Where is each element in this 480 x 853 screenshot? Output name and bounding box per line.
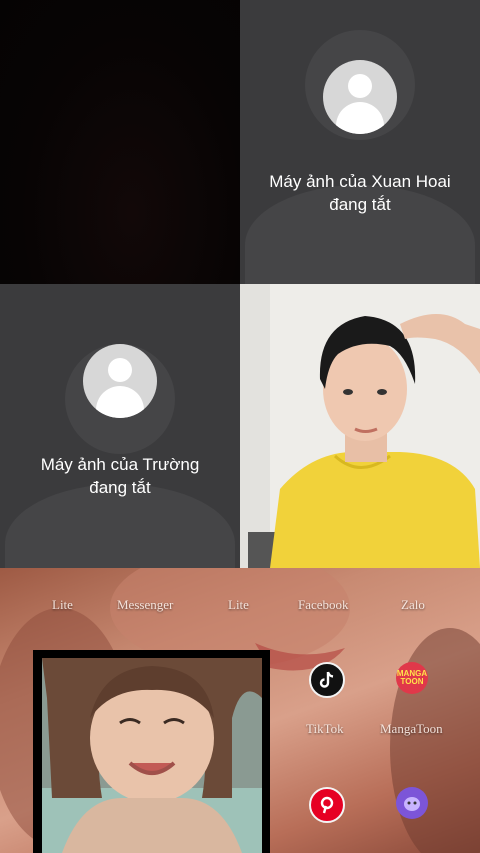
app-label[interactable]: Lite [228, 597, 249, 613]
app-label[interactable]: Messenger [117, 597, 173, 613]
participant-tile-truong[interactable]: Máy ảnh của Trường đang tắt [0, 284, 240, 568]
app-label-tiktok[interactable]: TikTok [306, 721, 344, 737]
camera-off-label-line1: Máy ảnh của Trường [40, 455, 200, 474]
camera-off-label-line2: đang tắt [329, 195, 391, 214]
app-label[interactable]: Zalo [401, 597, 425, 613]
app-label[interactable]: Facebook [298, 597, 349, 613]
pinterest-icon[interactable] [309, 787, 345, 823]
camera-off-label-line2: đang tắt [89, 478, 151, 497]
camera-off-label-line1: Máy ảnh của Xuan Hoai [269, 172, 451, 191]
participant-tile-xuan-hoai[interactable]: Máy ảnh của Xuan Hoai đang tắt [240, 0, 480, 284]
mangatoon-icon[interactable]: MANGA TOON [396, 662, 428, 694]
app-label[interactable]: Lite [52, 597, 73, 613]
app-label-mangatoon[interactable]: MangaToon [380, 721, 443, 737]
self-view-video[interactable] [42, 658, 262, 853]
tiktok-icon[interactable] [309, 662, 345, 698]
purple-app-icon[interactable] [396, 787, 428, 819]
person-video-frame [240, 284, 480, 568]
participant-video-dark[interactable] [0, 0, 240, 284]
avatar [323, 60, 397, 134]
avatar [83, 344, 157, 418]
participant-video-person[interactable] [240, 284, 480, 568]
self-view-image [42, 658, 262, 853]
